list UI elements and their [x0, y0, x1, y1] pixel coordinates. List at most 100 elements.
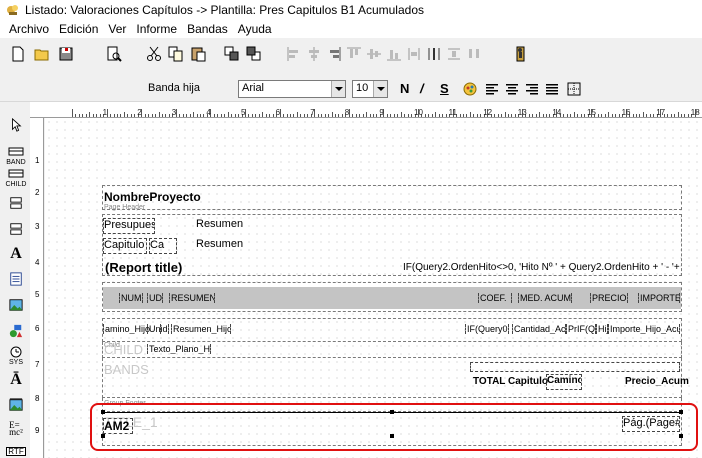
- font-color-icon[interactable]: [460, 79, 480, 99]
- ruler-number: 14: [552, 108, 562, 117]
- font-size-select[interactable]: 10: [352, 80, 388, 98]
- space-vertical-icon[interactable]: [464, 44, 484, 64]
- hij-field[interactable]: Hij: [596, 324, 608, 334]
- cut-icon[interactable]: [144, 44, 164, 64]
- underline-button[interactable]: S: [440, 81, 449, 96]
- chevron-down-icon[interactable]: [331, 81, 345, 97]
- resumen-hijo-field[interactable]: Resumen_Hijo: [171, 324, 231, 334]
- new-file-icon[interactable]: [8, 44, 28, 64]
- text-align-left-icon[interactable]: [482, 79, 502, 99]
- nombre-proyecto-field[interactable]: NombreProyecto: [104, 190, 201, 204]
- child-band-tool[interactable]: CHILD: [5, 164, 27, 190]
- align-right-icon[interactable]: [324, 44, 344, 64]
- menu-archivo[interactable]: Archivo: [4, 22, 54, 36]
- space-evenly-icon[interactable]: [424, 44, 444, 64]
- italic-button[interactable]: /: [420, 81, 424, 96]
- dbtext-tool[interactable]: Ā: [5, 366, 27, 392]
- subdetail-band-tool[interactable]: [5, 216, 27, 242]
- text-align-right-icon[interactable]: [522, 79, 542, 99]
- importe-hijo-acum-field[interactable]: Importe_Hijo_Acum: [608, 324, 680, 334]
- ruler-tick: [189, 114, 191, 117]
- ca-label[interactable]: Ca: [149, 238, 177, 254]
- chevron-down-icon[interactable]: [373, 81, 387, 97]
- align-hcenter-icon[interactable]: [304, 44, 324, 64]
- menu-edicion[interactable]: Edición: [54, 22, 103, 36]
- memo-tool[interactable]: [5, 266, 27, 292]
- image-tool[interactable]: [5, 292, 27, 318]
- copy-icon[interactable]: [166, 44, 186, 64]
- texto-plano-hijo-field[interactable]: Texto_Plano_Hijo: [147, 344, 211, 354]
- ruler-tick: [89, 112, 91, 117]
- pointer-tool[interactable]: [5, 112, 27, 138]
- ruler-tick: [296, 112, 298, 117]
- align-top-icon[interactable]: [344, 44, 364, 64]
- shape-tool[interactable]: [5, 318, 27, 344]
- ruler-tick: [328, 114, 330, 117]
- ruler-tick: [165, 114, 167, 117]
- menu-ver[interactable]: Ver: [103, 22, 131, 36]
- text-align-center-icon[interactable]: [502, 79, 522, 99]
- col-ud-header[interactable]: UD: [147, 293, 163, 303]
- report-title-field[interactable]: (Report title): [105, 260, 182, 275]
- ruler-tick: [213, 114, 215, 117]
- col-importe-header[interactable]: IMPORTE: [638, 293, 680, 303]
- ruler-number: 4: [206, 108, 211, 117]
- col-precio-header[interactable]: PRECIO: [590, 293, 628, 303]
- print-preview-icon[interactable]: [104, 44, 124, 64]
- col-coef-header[interactable]: COEF.: [478, 293, 512, 303]
- cantidad-acum-field[interactable]: Cantidad_Acu: [512, 324, 566, 334]
- exit-door-icon[interactable]: [510, 44, 530, 64]
- resumen-label-2[interactable]: Resumen: [196, 238, 243, 250]
- if-query0-field[interactable]: IF(Query0: [465, 324, 509, 334]
- label-tool[interactable]: A: [5, 240, 27, 266]
- save-icon[interactable]: [56, 44, 76, 64]
- ruler-number: 8: [344, 108, 350, 117]
- rtf-tool[interactable]: RTF: [5, 438, 27, 458]
- window-title: Listado: Valoraciones Capítulos -> Plant…: [25, 3, 424, 17]
- menu-informe[interactable]: Informe: [131, 22, 182, 36]
- ruler-tick: [501, 114, 503, 117]
- total-separator-line[interactable]: [470, 362, 680, 372]
- band-number-1: 1: [35, 156, 40, 165]
- paste-icon[interactable]: [188, 44, 208, 64]
- bold-button[interactable]: N: [400, 81, 409, 96]
- unid-field[interactable]: Unid: [147, 324, 169, 334]
- capitulo-label[interactable]: Capitulo: [103, 238, 147, 254]
- align-left-icon[interactable]: [284, 44, 304, 64]
- menu-bandas[interactable]: Bandas: [182, 22, 233, 36]
- ruler-number: 13: [517, 108, 527, 117]
- text-justify-icon[interactable]: [542, 79, 562, 99]
- dbimage-tool[interactable]: [5, 392, 27, 418]
- bring-front-icon[interactable]: [222, 44, 242, 64]
- send-back-icon[interactable]: [244, 44, 264, 64]
- sysdata-tool[interactable]: SYS: [5, 342, 27, 368]
- camino-field[interactable]: Camino: [546, 374, 582, 390]
- col-resumen-header[interactable]: RESUMEN: [169, 293, 215, 303]
- page-header-tag: Page Header: [104, 204, 146, 211]
- ruler-tick: [99, 114, 101, 117]
- same-height-icon[interactable]: [444, 44, 464, 64]
- align-vcenter-icon[interactable]: [364, 44, 384, 64]
- if-hito-expression[interactable]: IF(Query2.OrdenHito<>0, 'Hito Nº ' + Que…: [403, 262, 680, 273]
- ruler-tick: [334, 114, 336, 117]
- same-width-icon[interactable]: [404, 44, 424, 64]
- font-name-select[interactable]: Arial: [238, 80, 346, 98]
- open-folder-icon[interactable]: [32, 44, 52, 64]
- rtf-tool-label: RTF: [6, 446, 26, 456]
- resumen-label-1[interactable]: Resumen: [196, 218, 243, 230]
- highlight-annotation: [90, 403, 698, 451]
- font-name-value: Arial: [242, 82, 265, 94]
- total-capitulo-label[interactable]: TOTAL Capitulo: [473, 376, 548, 387]
- align-bottom-icon[interactable]: [384, 44, 404, 64]
- col-num-header[interactable]: NUM: [119, 293, 143, 303]
- ruler-tick: [307, 114, 309, 117]
- frame-border-icon[interactable]: [564, 79, 584, 99]
- presupuesto-label[interactable]: Presupuesto: [103, 218, 155, 234]
- prif-field[interactable]: PrIF(Q: [566, 324, 596, 334]
- precio-acum-field[interactable]: Precio_Acum: [625, 376, 689, 387]
- col-med-header[interactable]: MED. ACUM.: [518, 293, 572, 303]
- menu-ayuda[interactable]: Ayuda: [233, 22, 277, 36]
- group-band-tool[interactable]: [5, 190, 27, 216]
- horizontal-ruler: 12345678910111213141516171819: [30, 102, 702, 118]
- ruler-tick: [92, 114, 94, 117]
